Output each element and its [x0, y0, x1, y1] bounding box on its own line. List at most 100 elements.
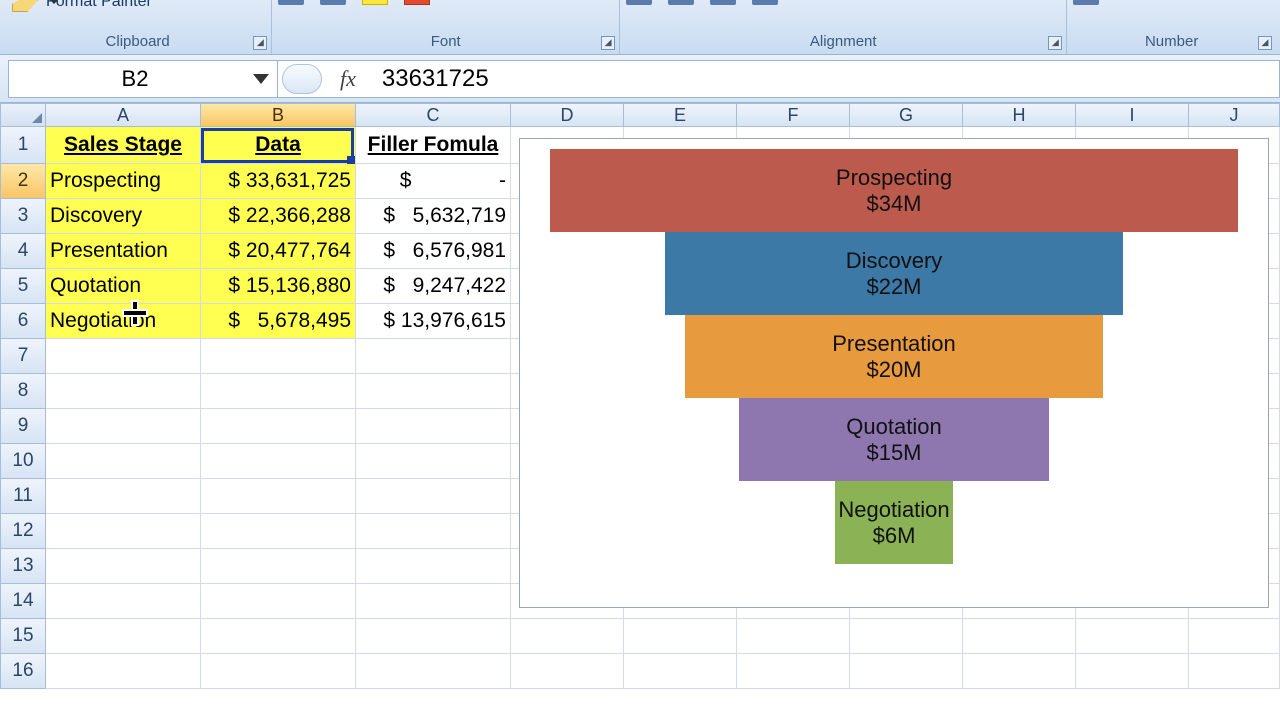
row-header[interactable]: 6: [0, 304, 46, 339]
column-header-J[interactable]: J: [1189, 103, 1280, 127]
cell[interactable]: [737, 619, 850, 654]
cell[interactable]: Negotiation: [46, 304, 201, 339]
funnel-chart[interactable]: Prospecting$34MDiscovery$22MPresentation…: [519, 138, 1269, 608]
name-box[interactable]: B2: [8, 60, 278, 98]
cell[interactable]: [356, 374, 511, 409]
fill-color-button[interactable]: [362, 0, 388, 5]
chart-bar[interactable]: Presentation$20M: [685, 315, 1103, 398]
cell[interactable]: $ 5,678,495: [201, 304, 356, 339]
insert-function-icon[interactable]: [282, 64, 322, 94]
cell[interactable]: [356, 619, 511, 654]
cell[interactable]: [850, 619, 963, 654]
cell[interactable]: [511, 654, 624, 689]
format-painter-icon[interactable]: [12, 0, 38, 12]
cell[interactable]: [46, 479, 201, 514]
border-button[interactable]: [278, 0, 304, 5]
cell[interactable]: [1189, 654, 1280, 689]
cell[interactable]: [201, 409, 356, 444]
cell[interactable]: [356, 339, 511, 374]
cell[interactable]: [46, 619, 201, 654]
chart-bar[interactable]: Prospecting$34M: [550, 149, 1238, 232]
cell[interactable]: [850, 654, 963, 689]
dialog-launcher-icon[interactable]: ◢: [1258, 36, 1272, 50]
cell[interactable]: Quotation: [46, 269, 201, 304]
cell[interactable]: $ 6,576,981: [356, 234, 511, 269]
cell[interactable]: [46, 444, 201, 479]
cell[interactable]: $ -: [356, 164, 511, 199]
cell[interactable]: [963, 619, 1076, 654]
cell[interactable]: [46, 549, 201, 584]
column-header-A[interactable]: A: [46, 103, 201, 127]
cell[interactable]: $ 15,136,880: [201, 269, 356, 304]
cell[interactable]: [356, 444, 511, 479]
cell[interactable]: $ 9,247,422: [356, 269, 511, 304]
format-painter-label[interactable]: Format Painter: [46, 0, 152, 11]
column-header-C[interactable]: C: [356, 103, 511, 127]
border-style-button[interactable]: [320, 0, 346, 5]
cell[interactable]: [201, 549, 356, 584]
number-format-button[interactable]: [1073, 0, 1099, 5]
formula-bar[interactable]: fx 33631725: [278, 60, 1280, 98]
align-button[interactable]: [626, 0, 652, 5]
column-header-D[interactable]: D: [511, 103, 624, 127]
cell[interactable]: [356, 479, 511, 514]
cell[interactable]: [201, 339, 356, 374]
cell[interactable]: $ 13,976,615: [356, 304, 511, 339]
fx-label[interactable]: fx: [340, 66, 356, 92]
align-button[interactable]: [710, 0, 736, 5]
row-header[interactable]: 15: [0, 619, 46, 654]
row-header[interactable]: 10: [0, 444, 46, 479]
cell[interactable]: Presentation: [46, 234, 201, 269]
column-header-I[interactable]: I: [1076, 103, 1189, 127]
column-header-B[interactable]: B: [201, 103, 356, 127]
cell[interactable]: [1189, 619, 1280, 654]
cell[interactable]: [46, 339, 201, 374]
row-header[interactable]: 9: [0, 409, 46, 444]
cell[interactable]: [201, 584, 356, 619]
column-header-F[interactable]: F: [737, 103, 850, 127]
row-header[interactable]: 1: [0, 127, 46, 164]
cell[interactable]: [201, 444, 356, 479]
chart-bar[interactable]: Negotiation$6M: [835, 481, 953, 564]
align-button[interactable]: [668, 0, 694, 5]
cell[interactable]: [963, 654, 1076, 689]
row-header[interactable]: 11: [0, 479, 46, 514]
worksheet[interactable]: ABCDEFGHIJ 1Sales StageDataFiller Fomula…: [0, 103, 1280, 720]
chart-bar[interactable]: Discovery$22M: [665, 232, 1123, 315]
cell[interactable]: [356, 654, 511, 689]
cell[interactable]: [624, 654, 737, 689]
cell[interactable]: [511, 619, 624, 654]
row-header[interactable]: 14: [0, 584, 46, 619]
dialog-launcher-icon[interactable]: ◢: [253, 36, 267, 50]
cell[interactable]: [201, 514, 356, 549]
column-header-G[interactable]: G: [850, 103, 963, 127]
cell[interactable]: [356, 549, 511, 584]
cell[interactable]: [356, 409, 511, 444]
row-header[interactable]: 4: [0, 234, 46, 269]
cell[interactable]: [201, 479, 356, 514]
cell[interactable]: [46, 514, 201, 549]
cell[interactable]: [1076, 619, 1189, 654]
cell[interactable]: [46, 374, 201, 409]
cell[interactable]: [201, 654, 356, 689]
cell[interactable]: Filler Fomula: [356, 127, 511, 164]
dialog-launcher-icon[interactable]: ◢: [601, 36, 615, 50]
row-header[interactable]: 13: [0, 549, 46, 584]
cell[interactable]: [356, 514, 511, 549]
cell[interactable]: [46, 584, 201, 619]
cell[interactable]: Discovery: [46, 199, 201, 234]
cell[interactable]: $ 22,366,288: [201, 199, 356, 234]
column-header-E[interactable]: E: [624, 103, 737, 127]
cell[interactable]: [737, 654, 850, 689]
row-header[interactable]: 3: [0, 199, 46, 234]
row-header[interactable]: 16: [0, 654, 46, 689]
select-all-button[interactable]: [0, 103, 46, 127]
cell[interactable]: $ 33,631,725: [201, 164, 356, 199]
row-header[interactable]: 8: [0, 374, 46, 409]
cell[interactable]: Data: [201, 127, 356, 164]
cell[interactable]: $ 5,632,719: [356, 199, 511, 234]
column-header-H[interactable]: H: [963, 103, 1076, 127]
row-header[interactable]: 2: [0, 164, 46, 199]
cell[interactable]: [201, 619, 356, 654]
cell[interactable]: [201, 374, 356, 409]
